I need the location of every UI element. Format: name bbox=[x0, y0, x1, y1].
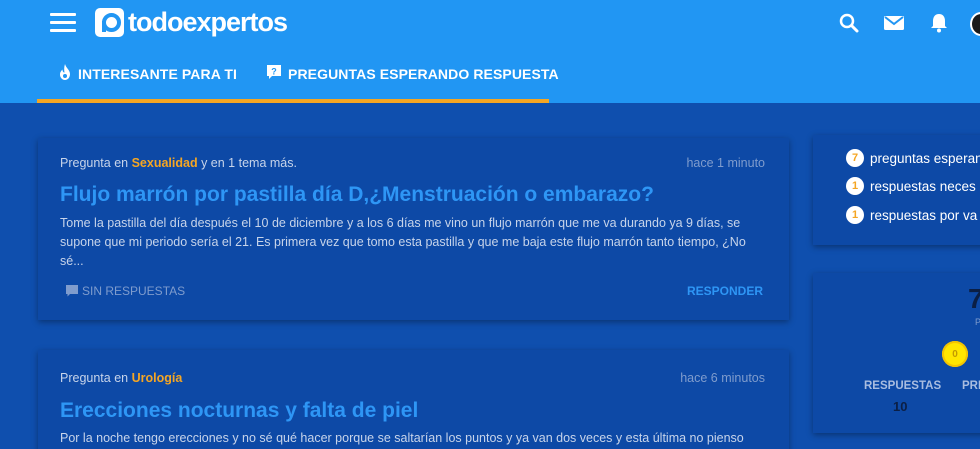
flame-icon bbox=[60, 64, 70, 80]
question-title[interactable]: Flujo marrón por pastilla día D,¿Menstru… bbox=[60, 183, 654, 207]
status-label: SIN RESPUESTAS bbox=[82, 284, 186, 298]
answers-stat-value: 10 bbox=[893, 399, 908, 414]
comment-icon bbox=[66, 285, 78, 297]
bell-icon[interactable] bbox=[927, 11, 951, 35]
svg-text:?: ? bbox=[271, 67, 277, 77]
meta-prefix: Pregunta en bbox=[60, 371, 129, 385]
pending-label: respuestas neces bbox=[870, 178, 976, 194]
question-meta: Pregunta en Urología bbox=[60, 371, 182, 385]
question-card: Pregunta en Sexualidad y en 1 tema más. … bbox=[38, 138, 789, 320]
no-answers-status: SIN RESPUESTAS bbox=[66, 284, 185, 298]
question-time: hace 1 minuto bbox=[686, 156, 765, 170]
meta-suffix: y en 1 tema más. bbox=[201, 156, 297, 170]
mail-icon[interactable] bbox=[882, 11, 906, 35]
meta-prefix: Pregunta en bbox=[60, 156, 129, 170]
question-card: Pregunta en Urología hace 6 minutos Erec… bbox=[38, 350, 789, 449]
pending-summary-card: 7 preguntas esperan 1 respuestas neces 1… bbox=[813, 135, 980, 245]
question-meta: Pregunta en Sexualidad y en 1 tema más. bbox=[60, 156, 297, 170]
tab-label: PREGUNTAS ESPERANDO RESPUESTA bbox=[288, 66, 559, 82]
menu-icon[interactable] bbox=[50, 13, 76, 33]
question-icon: ? bbox=[267, 65, 281, 79]
pending-label: preguntas esperan bbox=[870, 150, 980, 166]
questions-stat-label: PRE bbox=[962, 380, 980, 392]
pending-questions-link[interactable]: 7 preguntas esperan bbox=[846, 149, 980, 167]
reply-button[interactable]: RESPONDER bbox=[687, 284, 763, 298]
category-link[interactable]: Urología bbox=[132, 371, 183, 385]
tab-label: INTERESANTE PARA TI bbox=[78, 66, 238, 82]
question-excerpt: Tome la pastilla del día después el 10 d… bbox=[60, 216, 746, 268]
top-navbar: todoexpertos INTERESANTE PARA TI ? PREGU… bbox=[0, 0, 980, 103]
count-badge: 7 bbox=[846, 149, 864, 167]
pending-ratings-link[interactable]: 1 respuestas por va bbox=[846, 206, 977, 224]
question-title[interactable]: Erecciones nocturnas y falta de piel bbox=[60, 399, 418, 423]
question-time: hace 6 minutos bbox=[680, 371, 765, 385]
pending-answers-link[interactable]: 1 respuestas neces bbox=[846, 177, 976, 195]
pending-label: respuestas por va bbox=[870, 207, 978, 223]
count-badge: 1 bbox=[846, 206, 864, 224]
logo-text: todoexpertos bbox=[128, 6, 288, 37]
profile-stats-card: 7 P 0 RESPUESTAS 10 PRE bbox=[813, 273, 980, 433]
tab-preguntas-esperando[interactable]: ? PREGUNTAS ESPERANDO RESPUESTA bbox=[266, 58, 559, 103]
avatar[interactable] bbox=[970, 12, 980, 36]
category-link[interactable]: Sexualidad bbox=[132, 156, 198, 170]
points-number: 7 bbox=[968, 283, 980, 314]
search-icon[interactable] bbox=[837, 11, 861, 35]
points-label: P bbox=[975, 317, 980, 327]
answers-stat-label: RESPUESTAS bbox=[864, 380, 942, 392]
count-badge: 1 bbox=[846, 177, 864, 195]
question-excerpt: Por la noche tengo erecciones y no sé qu… bbox=[60, 431, 744, 445]
logo-mark-icon bbox=[95, 7, 124, 37]
site-logo[interactable]: todoexpertos bbox=[95, 6, 288, 37]
coin-badge: 0 bbox=[942, 341, 968, 367]
